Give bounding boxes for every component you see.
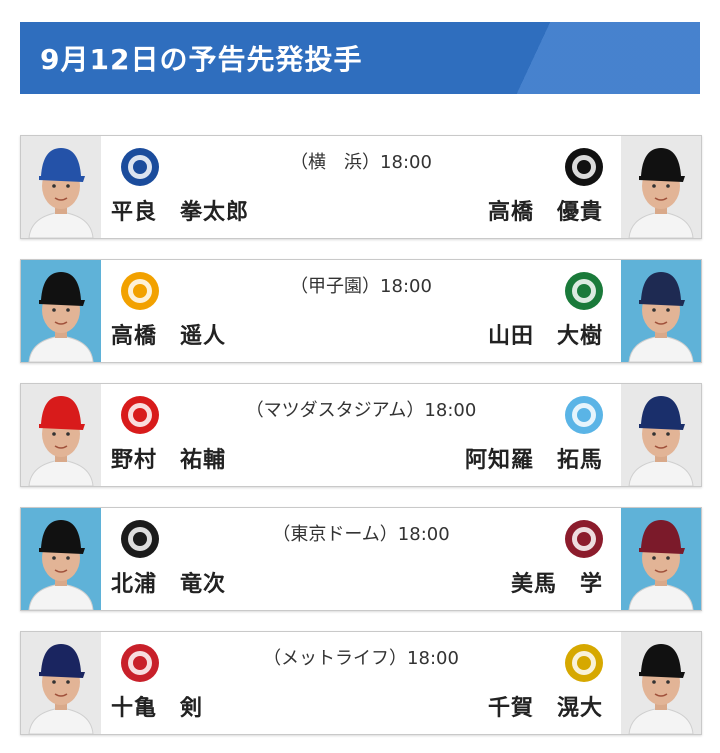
home-pitcher-name: 野村 祐輔 bbox=[111, 448, 227, 473]
game-card[interactable]: （マツダスタジアム）18:00 野村 祐輔 阿知羅 拓馬 bbox=[20, 383, 702, 487]
home-pitcher-photo bbox=[21, 508, 101, 610]
game-card[interactable]: （メットライフ）18:00 十亀 剣 千賀 滉大 bbox=[20, 631, 702, 735]
home-pitcher-photo bbox=[21, 260, 101, 362]
game-venue-time: （東京ドーム）18:00 bbox=[272, 524, 450, 545]
game-card[interactable]: （甲子園）18:00 高橋 遥人 山田 大樹 bbox=[20, 259, 702, 363]
visitor-pitcher-photo bbox=[621, 632, 701, 734]
home-pitcher-photo bbox=[21, 136, 101, 238]
visitor-pitcher-photo bbox=[621, 384, 701, 486]
page-title: 9月12日の予告先発投手 bbox=[40, 43, 363, 76]
page-header: 9月12日の予告先発投手 bbox=[20, 22, 700, 94]
visitor-pitcher-photo bbox=[621, 136, 701, 238]
home-pitcher-name: 北浦 竜次 bbox=[111, 572, 227, 597]
visitor-pitcher-name: 山田 大樹 bbox=[487, 324, 603, 349]
visitor-pitcher-photo bbox=[621, 260, 701, 362]
visitor-pitcher-photo bbox=[621, 508, 701, 610]
visitor-pitcher-name: 千賀 滉大 bbox=[487, 696, 603, 721]
header-decoration bbox=[510, 22, 700, 94]
home-pitcher-photo bbox=[21, 632, 101, 734]
home-pitcher-name: 平良 拳太郎 bbox=[111, 200, 250, 225]
home-pitcher-photo bbox=[21, 384, 101, 486]
game-card[interactable]: （横 浜）18:00 平良 拳太郎 高橋 優貴 bbox=[20, 135, 702, 239]
visitor-pitcher-name: 高橋 優貴 bbox=[487, 200, 603, 225]
visitor-pitcher-name: 美馬 学 bbox=[510, 572, 603, 597]
game-venue-time: （横 浜）18:00 bbox=[290, 152, 432, 173]
game-venue-time: （甲子園）18:00 bbox=[290, 276, 432, 297]
home-pitcher-name: 高橋 遥人 bbox=[111, 324, 227, 349]
home-pitcher-name: 十亀 剣 bbox=[111, 696, 204, 721]
game-card[interactable]: （東京ドーム）18:00 北浦 竜次 美馬 学 bbox=[20, 507, 702, 611]
game-venue-time: （メットライフ）18:00 bbox=[263, 648, 459, 669]
game-venue-time: （マツダスタジアム）18:00 bbox=[245, 400, 477, 421]
visitor-pitcher-name: 阿知羅 拓馬 bbox=[464, 448, 603, 473]
